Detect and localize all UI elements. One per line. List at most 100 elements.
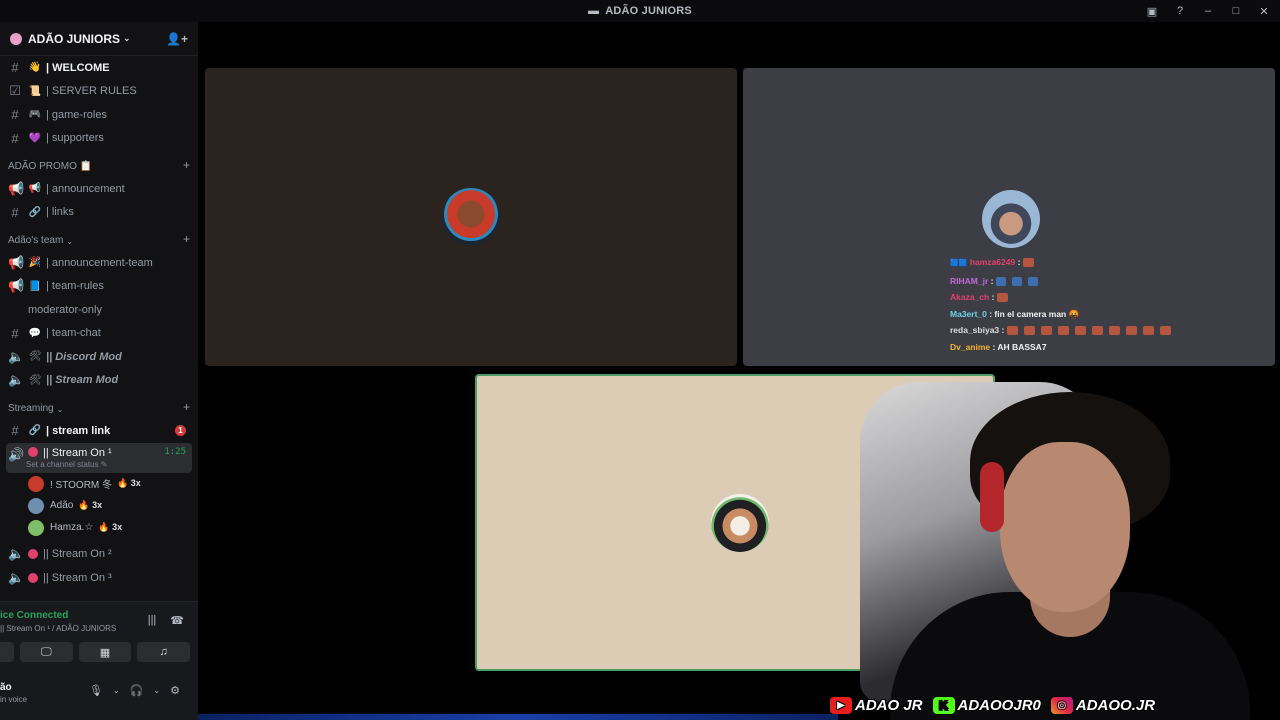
participant-tile[interactable] [205,68,737,366]
user-controls: 🎙 ⌄ 🎧 ⌄ ⚙ [89,684,180,697]
add-channel-icon[interactable]: + [183,158,190,172]
participant-tile[interactable]: 🟦🟦 hamza6249 : RIHAM_jr : Akaza_ch : Ma3… [743,68,1275,366]
emote-icon [1027,276,1038,286]
red-circle-icon [28,549,38,560]
server-name: ADÃO JUNIORS [28,31,121,46]
maximize-icon[interactable]: □ [1230,5,1242,17]
social-kick: K ADAOOJR0 [932,696,1041,714]
category-label: Adão's team [8,235,64,246]
voice-member[interactable]: ! STOORM 冬 🔥 3x [0,473,198,495]
chat-username: Dv_anime [950,341,991,352]
activities-icon: ▦ [99,646,111,659]
channel-supporters[interactable]: # 💜 | supporters [0,127,198,151]
soundboard-wave-icon[interactable]: ||| [148,614,157,627]
hash-icon: # [11,107,19,123]
voice-status[interactable]: ice Connected [0,610,68,621]
member-name: Hamza.☆ [50,522,94,533]
camera-button[interactable] [0,642,14,662]
category-team[interactable]: Adão's team ⌄ + [0,224,198,251]
channel-server-rules[interactable]: ☑ 📜 | SERVER RULES [0,80,198,104]
chat-username: Akaza_ch [950,292,990,302]
member-tag: 🔥 3x [78,500,103,510]
channel-label: | SERVER RULES [46,85,137,98]
channel-moderator-only[interactable]: moderator-only [0,298,198,322]
social-label: ADAO JR [855,696,923,714]
chat-text: : [1001,325,1005,335]
chat-username: hamza6249 [969,257,1016,267]
chat-text: : AH BASSA7 [992,341,1047,352]
chat-message: reda_sbiya3 : [950,322,1177,339]
add-channel-icon[interactable]: + [183,400,190,414]
speaker-active-icon: 🔊 [8,446,25,462]
channel-label: || Stream On ³ [43,571,112,584]
emote-icon [1006,326,1018,336]
channel-announcement[interactable]: 📢 📢 | announcement [0,177,198,201]
heart-icon: 💜 [28,132,42,144]
emote-icon [1040,326,1052,336]
voice-channel-stream-on-3[interactable]: 🔈 || Stream On ³ [0,566,198,590]
voice-channel-stream-on-2[interactable]: 🔈 || Stream On ² [0,543,198,567]
channel-stream-mod[interactable]: 🔈 🛠 || Stream Mod [0,369,198,393]
add-channel-icon[interactable]: + [183,232,190,246]
category-label: Streaming [8,403,54,414]
channel-links[interactable]: # 🔗 | links [0,201,198,225]
voice-member[interactable]: Adão 🔥 3x [0,495,198,517]
channel-label: || Stream On ² [43,548,112,561]
link-icon: 🔗 [28,425,42,437]
disconnect-icon[interactable]: ☎ [170,614,184,627]
channel-team-chat[interactable]: # 💬 | team-chat [0,322,198,346]
channel-label: || Stream Mod [46,374,119,387]
activities-button[interactable]: ▦ [78,642,132,662]
close-icon[interactable]: ✕ [1258,5,1270,18]
voice-location: || Stream On ¹ / ADÃO JUNIORS [0,624,117,633]
minimize-icon[interactable]: – [1202,5,1214,17]
channel-stream-link[interactable]: # 🔗 | stream link 1 [0,419,198,443]
channel-discord-mod[interactable]: 🔈 🛠 || Discord Mod [0,345,198,369]
emote-icon [1125,326,1137,336]
channel-label: | game-roles [46,108,107,121]
screen-share-button[interactable]: 🖵 [20,642,73,662]
avatar [28,475,44,492]
headset-icon [980,462,1004,532]
invite-people-icon[interactable]: 👤+ [166,32,188,46]
red-circle-icon [28,572,38,583]
emote-icon [1142,326,1154,336]
streamer-webcam [830,372,1280,720]
gear-icon[interactable]: ⚙ [170,684,180,697]
channel-label: | announcement [46,182,125,195]
server-badge-icon [10,32,22,45]
server-header[interactable]: ADÃO JUNIORS ⌄ 👤+ [0,22,198,56]
chevron-down-icon: ⌄ [123,33,131,43]
emote-icon [996,293,1008,303]
participant-avatar [982,190,1040,248]
channel-announcement-team[interactable]: 📢 🎉 | announcement-team [0,251,198,275]
chat-text: : [991,292,995,302]
link-icon: 🔗 [28,206,42,218]
hash-icon: # [11,130,19,146]
help-icon[interactable]: ? [1174,5,1186,17]
inbox-icon[interactable]: ▣ [1146,5,1158,18]
headphones-icon[interactable]: 🎧 [130,684,144,697]
channel-welcome[interactable]: # 👋 | WELCOME [0,56,198,80]
channel-game-roles[interactable]: # 🎮 | game-roles [0,103,198,127]
voice-actions: ||| ☎ [148,614,184,627]
category-streaming[interactable]: Streaming ⌄ + [0,392,198,419]
voice-timer: 1:25 [164,446,186,457]
category-promo[interactable]: ADÃO PROMO 📋 + [0,150,198,177]
chat-text: : fin el camera man 🤬 [989,308,1080,319]
microphone-icon[interactable]: 🎙 [89,684,103,697]
soundboard-button[interactable]: ♫ [137,642,191,662]
username[interactable]: ão [0,682,12,693]
chevron-down-icon[interactable]: ⌄ [113,686,120,695]
chat-badges: 🟦🟦 [950,260,968,267]
voice-channel-stream-on-1[interactable]: 🔊 || Stream On ¹ 1:25 Set a channel stat… [6,442,192,473]
speaker-icon: 🔈 [8,372,25,388]
chevron-down-icon[interactable]: ⌄ [153,686,160,695]
megaphone-icon: 📢 [8,278,25,294]
channel-status[interactable]: Set a channel status ✎ [26,460,107,469]
voice-member[interactable]: Hamza.☆ 🔥 3x [0,517,198,539]
channel-team-rules[interactable]: 📢 📘 | team-rules [0,275,198,299]
megaphone-icon: 📢 [8,180,25,196]
channel-label: | team-chat [46,327,101,340]
party-icon: 🎉 [28,257,42,269]
